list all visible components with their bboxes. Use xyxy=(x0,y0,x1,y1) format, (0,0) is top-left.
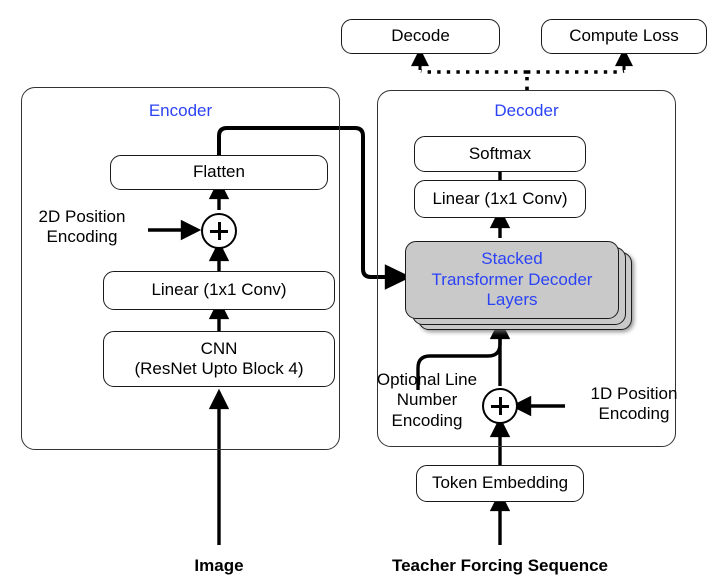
encoder-group-label: Encoder xyxy=(148,101,213,120)
encoder-input-label: Image xyxy=(194,556,244,575)
architecture-diagram: Encoder Decoder Decode Compute Loss Flat… xyxy=(0,0,718,584)
encoder-add-operator xyxy=(201,213,237,249)
encoder-cnn-node[interactable]: CNN (ResNet Upto Block 4) xyxy=(103,331,335,387)
compute-loss-node[interactable]: Compute Loss xyxy=(541,19,707,54)
decoder-group-label: Decoder xyxy=(494,101,559,120)
decoder-input-label: Teacher Forcing Sequence xyxy=(391,556,609,575)
decoder-1d-position-encoding-label: 1D Position Encoding xyxy=(590,384,678,424)
decoder-add-operator xyxy=(482,388,518,424)
decoder-stacked-layers-node[interactable]: Stacked Transformer Decoder Layers xyxy=(405,241,619,319)
decoder-line-number-encoding-label: Optional Line Number Encoding xyxy=(376,370,478,430)
dotted-output-branch xyxy=(411,48,634,90)
encoder-flatten-node[interactable]: Flatten xyxy=(110,155,328,190)
encoder-2d-position-encoding-label: 2D Position Encoding xyxy=(38,207,126,247)
decoder-token-embedding-node[interactable]: Token Embedding xyxy=(416,465,584,502)
encoder-linear-node[interactable]: Linear (1x1 Conv) xyxy=(103,271,335,310)
decode-node[interactable]: Decode xyxy=(341,19,500,54)
decoder-linear-node[interactable]: Linear (1x1 Conv) xyxy=(414,180,586,218)
decoder-softmax-node[interactable]: Softmax xyxy=(414,136,586,172)
encoder-group-box xyxy=(21,87,340,450)
